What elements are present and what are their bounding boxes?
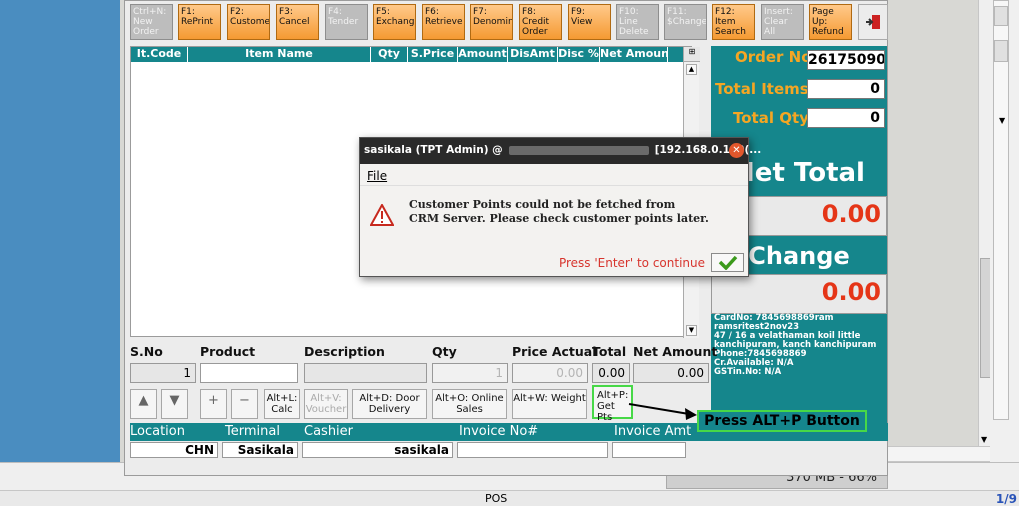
sno-field[interactable]: 1 [130,363,196,383]
weight-button[interactable]: Alt+W: Weight [512,389,587,419]
status-bar: POS 1/9 [0,490,1019,506]
reprint-button[interactable]: F1: RePrint [178,4,221,40]
item-search-button[interactable]: F12: Item Search [712,4,755,40]
terminal-value: Sasikala [222,442,298,458]
credit-order-button[interactable]: F8: Credit Order [519,4,562,40]
col-dis-amt: DisAmt [508,47,558,62]
grid-header: It.Code Item Name Qty S.Price Amount Dis… [131,47,691,62]
qty-input[interactable]: 1 [432,363,508,383]
side-panel: ▼ [990,0,1019,462]
desktop-background [0,0,120,462]
move-up-button[interactable]: ▲ [130,389,157,419]
order-no-value: 26175090 [807,50,885,70]
enter-hint: Press 'Enter' to continue [558,256,705,270]
sno-label: S.No [130,344,163,359]
new-order-button[interactable]: Ctrl+N: New Order [130,4,173,40]
remove-item-button[interactable]: − [231,389,258,419]
col-qty: Qty [371,47,408,62]
customer-gstin: GSTin.No: N/A [714,367,782,377]
scroll-up-icon[interactable]: ▲ [686,64,697,75]
price-actual-field[interactable]: 0.00 [512,363,588,383]
side-scroll-track[interactable] [993,0,1009,420]
description-label: Description [304,344,385,359]
status-title: POS [485,492,508,505]
line-delete-button[interactable]: F10: Line Delete [616,4,659,40]
customer-details: CardNo: 7845698869ram ramsritest2nov23 4… [714,314,886,377]
customer-button[interactable]: F2: Custome [227,4,270,40]
total-field: 0.00 [592,363,630,383]
page-indicator: 1/9 [995,492,1017,506]
description-field[interactable] [304,363,427,383]
cashier-value: sasikala [302,442,453,458]
press-alt-p-annotation: Press ALT+P Button [697,410,867,432]
exit-door-icon[interactable] [858,4,888,40]
calc-button[interactable]: Alt+L: Calc [264,389,300,419]
exchange-button[interactable]: F5: Exchang [373,4,416,40]
col-s-price: S.Price [408,47,458,62]
annotation-arrow-icon [628,403,697,420]
net-amount-label: Net Amount [633,344,718,359]
dialog-title-user: sasikala (TPT Admin) @ [364,144,503,156]
total-label: Total [592,344,627,359]
checkmark-icon [718,255,737,271]
product-input[interactable] [200,363,298,383]
invoice-no-header: Invoice No# [459,424,539,439]
total-qty-label: Total Qty [733,109,809,127]
dialog-message: Customer Points could not be fetched fro… [409,198,709,225]
side-scroll-thumb[interactable] [994,6,1008,26]
customer-address: 47 / 16 a velathaman koil little kanchip… [714,331,877,350]
warning-icon [370,204,394,226]
total-items-label: Total Items [715,80,809,98]
dialog-titlebar: sasikala (TPT Admin) @ [192.168.0.109(... [360,138,761,164]
location-header: Location [130,424,185,439]
total-items-value: 0 [807,79,885,99]
refund-button[interactable]: Page Up: Refund [809,4,852,40]
order-no-label: Order No [735,48,812,66]
view-button[interactable]: F9: View [568,4,611,40]
total-qty-value: 0 [807,108,885,128]
online-sales-button[interactable]: Alt+O: Online Sales [432,389,507,419]
invoice-amt-header: Invoice Amt [614,424,692,439]
clear-all-button[interactable]: Insert: Clear All [761,4,804,40]
col-item-name: Item Name [188,47,371,62]
side-scroll-thumb-2[interactable] [994,40,1008,62]
retrieve-button[interactable]: F6: Retrieve [422,4,465,40]
door-delivery-button[interactable]: Alt+D: Door Delivery [352,389,427,419]
col-amount: Amount [458,47,508,62]
side-scroll-arrow-icon[interactable]: ▼ [999,116,1005,125]
change-amount: 0.00 [711,274,887,314]
cancel-button[interactable]: F3: Cancel [276,4,319,40]
col-disc-percent: Disc % [558,47,600,62]
location-value: CHN [130,442,218,458]
col-net-amount: Net Amount [600,47,668,62]
denomination-button[interactable]: F7: Denomin [470,4,513,40]
voucher-button[interactable]: Alt+V: Voucher [304,389,348,419]
close-icon[interactable]: ✕ [729,143,744,158]
tender-button[interactable]: F4: Tender [325,4,368,40]
invoice-no-value [457,442,608,458]
column-chooser-icon[interactable]: ⊞ [684,47,700,62]
terminal-header: Terminal [225,424,280,439]
change-button[interactable]: F11: $Change [664,4,707,40]
net-amount-field: 0.00 [633,363,709,383]
scroll-down-arrow-icon[interactable]: ▼ [981,435,987,444]
qty-label: Qty [432,344,457,359]
invoice-amt-value [612,442,686,458]
dialog-title-host: [192.168.0.109(... [654,144,762,156]
product-label: Product [200,344,256,359]
scroll-down-icon[interactable]: ▼ [686,325,697,336]
cashier-header: Cashier [304,424,354,439]
ok-button[interactable] [711,253,744,272]
move-down-button[interactable]: ▼ [161,389,188,419]
outer-horizontal-scrollbar[interactable] [886,446,992,462]
price-actual-label: Price Actual [512,344,597,359]
add-item-button[interactable]: + [200,389,227,419]
crm-error-dialog: sasikala (TPT Admin) @ [192.168.0.109(...… [359,137,761,277]
col-item-code: It.Code [131,47,188,62]
dialog-menubar: File [360,164,748,186]
redacted-host-block [508,145,649,155]
file-menu[interactable]: File [367,169,387,183]
